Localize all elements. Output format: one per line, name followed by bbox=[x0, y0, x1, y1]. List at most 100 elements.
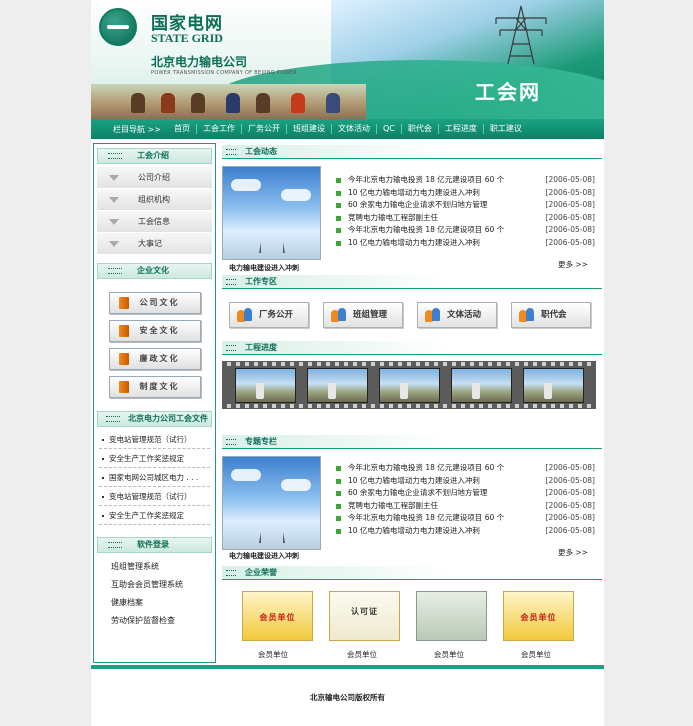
certificate-stamp-text: 会员单位 bbox=[259, 613, 296, 622]
nav-item-workers-congress[interactable]: 职代会 bbox=[400, 124, 438, 134]
section-header-news: 工会动态 bbox=[222, 145, 602, 159]
section-title: 企业荣誉 bbox=[245, 568, 277, 577]
culture-button-label: 廉政文化 bbox=[139, 354, 180, 363]
special-more-link[interactable]: 更多 >> bbox=[558, 547, 588, 558]
bullet-icon bbox=[336, 203, 341, 208]
bullet-icon bbox=[102, 496, 104, 498]
list-item[interactable]: 10 亿电力输电增动力电力建设进入冲刺 [2006-05-08] bbox=[336, 525, 595, 538]
software-link-team[interactable]: 班组管理系统 bbox=[94, 558, 215, 576]
list-item[interactable]: 10 亿电力输电增动力电力建设进入冲刺 [2006-05-08] bbox=[336, 187, 595, 200]
book-icon bbox=[118, 381, 129, 393]
document-link-text: 变电站管理规范（试行） bbox=[109, 435, 192, 444]
document-link[interactable]: 变电站管理规范（试行） bbox=[99, 487, 210, 506]
news-list: 今年北京电力输电投资 18 亿元建设项目 60 个 [2006-05-08] 10… bbox=[336, 174, 595, 249]
sidebar-header-label: 软件登录 bbox=[137, 540, 169, 549]
software-link-labor-protection[interactable]: 劳动保护监督检查 bbox=[94, 612, 215, 630]
news-title: 10 亿电力输电增动力电力建设进入冲刺 bbox=[348, 475, 480, 485]
news-photo[interactable] bbox=[222, 166, 321, 260]
sidebar-header-label: 工会介绍 bbox=[137, 151, 169, 160]
people-icon bbox=[519, 307, 535, 323]
sidebar-header-documents: 北京电力公司工会文件 bbox=[97, 411, 212, 427]
section-bullet-icon bbox=[226, 149, 236, 155]
document-link[interactable]: 变电站管理规范（试行） bbox=[99, 430, 210, 449]
list-item[interactable]: 60 余家电力输电企业请求不划归地方管理 [2006-05-08] bbox=[336, 487, 595, 500]
news-title: 今年北京电力输电投资 18 亿元建设项目 60 个 bbox=[348, 225, 505, 234]
nav-item-home[interactable]: 首页 bbox=[168, 124, 196, 134]
section-title: 工作专区 bbox=[245, 277, 277, 286]
people-icon bbox=[237, 307, 253, 323]
work-button-factory-affairs[interactable]: 厂务公开 bbox=[229, 302, 309, 328]
honor-certificate[interactable]: 认可证 bbox=[329, 591, 400, 641]
nav-item-suggestions[interactable]: 职工建议 bbox=[482, 124, 528, 134]
document-link-text: 安全生产工作奖惩规定 bbox=[109, 454, 184, 463]
special-photo[interactable] bbox=[222, 456, 321, 550]
list-item[interactable]: 今年北京电力输电投资 18 亿元建设项目 60 个 [2006-05-08] bbox=[336, 462, 595, 475]
document-link[interactable]: 安全生产工作奖惩规定 bbox=[99, 506, 210, 525]
news-date: [2006-05-08] bbox=[545, 237, 595, 247]
sidebar-item-events[interactable]: 大事记 bbox=[97, 233, 212, 255]
certificate-label: 会员单位 bbox=[347, 650, 377, 659]
honor-certificate[interactable]: 会员单位 bbox=[242, 591, 313, 641]
culture-button-company[interactable]: 公司文化 bbox=[108, 292, 201, 314]
sidebar-item-label: 工会信息 bbox=[138, 217, 170, 226]
nav-item-factory-affairs[interactable]: 厂务公开 bbox=[240, 124, 286, 134]
sidebar-item-company-intro[interactable]: 公司介绍 bbox=[97, 167, 212, 189]
nav-item-culture-sports[interactable]: 文体活动 bbox=[330, 124, 376, 134]
list-item[interactable]: 今年北京电力输电投资 18 亿元建设项目 60 个 [2006-05-08] bbox=[336, 512, 595, 525]
document-link[interactable]: 国家电网公司城区电力 . . . bbox=[99, 468, 210, 487]
chevron-down-icon bbox=[109, 241, 119, 247]
list-item[interactable]: 10 亿电力输电增动力电力建设进入冲刺 [2006-05-08] bbox=[336, 475, 595, 488]
nav-item-qc[interactable]: QC bbox=[375, 124, 401, 134]
bullet-icon bbox=[336, 215, 341, 221]
culture-button-integrity[interactable]: 廉政文化 bbox=[108, 348, 201, 370]
progress-photo[interactable] bbox=[307, 368, 368, 403]
section-title: 工程进度 bbox=[245, 343, 277, 352]
sidebar-item-union-info[interactable]: 工会信息 bbox=[97, 211, 212, 233]
people-icon bbox=[425, 307, 441, 323]
work-button-culture-sports[interactable]: 文体活动 bbox=[417, 302, 497, 328]
news-title: 60 余家电力输电企业请求不划归地方管理 bbox=[348, 488, 488, 497]
work-button-workers-congress[interactable]: 职代会 bbox=[511, 302, 591, 328]
honor-certificate[interactable] bbox=[416, 591, 487, 641]
progress-photo[interactable] bbox=[235, 368, 296, 403]
transmission-tower-icon bbox=[495, 5, 547, 65]
progress-photo[interactable] bbox=[523, 368, 584, 403]
film-holes bbox=[222, 362, 596, 366]
nav-item-team-building[interactable]: 班组建设 bbox=[285, 124, 331, 134]
software-link-mutual-aid[interactable]: 互助会会员管理系统 bbox=[94, 576, 215, 594]
nav-item-union-work[interactable]: 工会工作 bbox=[195, 124, 241, 134]
culture-button-label: 安全文化 bbox=[139, 326, 180, 335]
book-icon bbox=[118, 353, 129, 365]
book-icon bbox=[118, 325, 129, 337]
list-item[interactable]: 10 亿电力输电增动力电力建设进入冲刺 [2006-05-08] bbox=[336, 237, 595, 250]
progress-photo[interactable] bbox=[451, 368, 512, 403]
sidebar-item-organization[interactable]: 组织机构 bbox=[97, 189, 212, 211]
worker-figure bbox=[226, 93, 240, 113]
culture-button-safety[interactable]: 安全文化 bbox=[108, 320, 201, 342]
copyright: 北京输电公司版权所有 bbox=[310, 693, 385, 702]
state-grid-logo-icon[interactable] bbox=[99, 8, 137, 46]
list-item[interactable]: 今年北京电力输电投资 18 亿元建设项目 60 个 [2006-05-08] bbox=[336, 224, 595, 237]
news-photo-caption[interactable]: 电力输电建设进入冲刺 bbox=[229, 263, 299, 273]
honor-certificate[interactable]: 会员单位 bbox=[503, 591, 574, 641]
worker-figure bbox=[191, 93, 205, 113]
document-link[interactable]: 安全生产工作奖惩规定 bbox=[99, 449, 210, 468]
list-item[interactable]: 今年北京电力输电投资 18 亿元建设项目 60 个 [2006-05-08] bbox=[336, 174, 595, 187]
certificate-label: 会员单位 bbox=[258, 650, 288, 659]
document-link-text: 安全生产工作奖惩规定 bbox=[109, 511, 184, 520]
nav-item-progress[interactable]: 工程进度 bbox=[437, 124, 483, 134]
special-photo-caption[interactable]: 电力输电建设进入冲刺 bbox=[229, 551, 299, 561]
site-title: 工会网 bbox=[475, 80, 541, 104]
news-more-link[interactable]: 更多 >> bbox=[558, 259, 588, 270]
news-title: 10 亿电力输电增动力电力建设进入冲刺 bbox=[348, 525, 480, 535]
work-button-team-management[interactable]: 班组管理 bbox=[323, 302, 403, 328]
news-title: 竞聘电力输电工程部副主任 bbox=[348, 212, 438, 222]
section-header-special: 专题专栏 bbox=[222, 435, 602, 449]
software-link-health[interactable]: 健康档案 bbox=[94, 594, 215, 612]
list-item[interactable]: 60 余家电力输电企业请求不划归地方管理 [2006-05-08] bbox=[336, 199, 595, 212]
section-header-honor: 企业荣誉 bbox=[222, 566, 602, 580]
progress-photo[interactable] bbox=[379, 368, 440, 403]
list-item[interactable]: 竞聘电力输电工程部副主任 [2006-05-08] bbox=[336, 500, 595, 513]
list-item[interactable]: 竞聘电力输电工程部副主任 [2006-05-08] bbox=[336, 212, 595, 225]
culture-button-system[interactable]: 制度文化 bbox=[108, 376, 201, 398]
